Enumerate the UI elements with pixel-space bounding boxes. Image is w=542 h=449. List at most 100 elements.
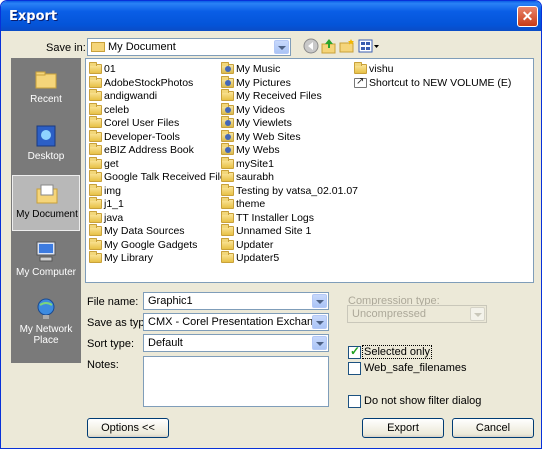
file-list-item[interactable]: theme [221, 197, 351, 212]
folder-icon [221, 170, 234, 182]
folder-icon [89, 62, 102, 74]
file-list-item[interactable]: andigwandi [89, 89, 219, 104]
file-list-item[interactable]: My Received Files [221, 89, 351, 104]
file-list-item[interactable]: Corel User Files [89, 116, 219, 131]
window-title: Export [9, 9, 58, 24]
selected-only-checkbox[interactable] [348, 344, 361, 359]
file-name: My Data Sources [104, 225, 185, 237]
file-name: My Music [236, 63, 281, 75]
file-list-item[interactable]: My Google Gadgets [89, 237, 219, 253]
notes-field[interactable] [143, 356, 329, 407]
file-list-item[interactable]: saurabh [221, 170, 351, 185]
web-safe-label[interactable]: Web_safe_filenames [364, 362, 467, 374]
chevron-down-icon[interactable] [312, 315, 327, 329]
file-list-item[interactable]: My Videos [221, 102, 351, 118]
place-my-network[interactable]: My Network Place [12, 291, 80, 357]
sort-type-dropdown[interactable]: Default [143, 334, 329, 352]
chevron-down-icon[interactable] [312, 294, 327, 308]
file-name: My Webs [236, 144, 280, 156]
file-list-item[interactable]: Updater [221, 237, 351, 253]
file-list[interactable]: 01 AdobeStockPhotos andigwandi celeb Corel U… [85, 58, 534, 283]
file-list-item[interactable]: vishu [354, 62, 529, 77]
file-list-item[interactable]: Google Talk Received Files [89, 170, 231, 185]
file-list-item[interactable]: celeb [89, 102, 219, 118]
file-list-item[interactable]: TT Installer Logs [221, 210, 351, 226]
selected-only-label[interactable]: Selected only [362, 345, 433, 359]
folder-icon [89, 197, 102, 209]
folder-icon [221, 102, 234, 115]
compression-type-dropdown[interactable]: Uncompressed [347, 305, 487, 323]
close-button[interactable]: ✕ [517, 6, 538, 27]
file-list-item[interactable]: 01 [89, 62, 219, 77]
file-name: java [104, 211, 124, 224]
views-menu-icon[interactable] [358, 38, 380, 54]
up-folder-icon[interactable] [321, 38, 337, 54]
file-name: Developer-Tools [104, 130, 180, 143]
folder-icon [89, 129, 102, 142]
save-as-type-dropdown[interactable]: CMX - Corel Presentation Exchange [143, 313, 329, 331]
file-list-item[interactable]: Shortcut to NEW VOLUME (E) [354, 76, 529, 91]
file-name: My Library [104, 252, 154, 264]
file-name: 01 [104, 63, 116, 75]
file-name: vishu [369, 63, 394, 75]
save-in-dropdown[interactable]: My Document [87, 38, 291, 56]
file-list-item[interactable]: My Pictures [221, 75, 351, 91]
export-button[interactable]: Export [362, 418, 444, 438]
file-list-item[interactable]: Testing by vatsa_02.01.07 [221, 183, 358, 199]
file-list-item[interactable]: mySite1 [221, 156, 351, 172]
file-list-item[interactable]: AdobeStockPhotos [89, 75, 219, 91]
no-filter-dialog-checkbox[interactable] [348, 395, 361, 408]
chevron-down-icon[interactable] [312, 336, 327, 350]
file-list-item[interactable]: My Library [89, 251, 219, 266]
file-list-item[interactable]: My Webs [221, 143, 351, 158]
file-list-item[interactable]: img [89, 183, 219, 199]
shortcut-icon [354, 76, 367, 88]
folder-icon [89, 75, 102, 88]
new-folder-icon[interactable] [339, 38, 355, 54]
file-list-item[interactable]: My Viewlets [221, 116, 351, 131]
place-recent[interactable]: Recent [12, 61, 80, 117]
chevron-down-icon[interactable] [470, 307, 485, 321]
file-list-item[interactable]: j1_1 [89, 197, 219, 212]
chevron-down-icon[interactable] [274, 40, 289, 54]
file-list-item[interactable]: My Data Sources [89, 224, 219, 239]
file-list-item[interactable]: java [89, 210, 219, 226]
file-list-item[interactable]: eBIZ Address Book [89, 143, 219, 158]
file-list-item[interactable]: Developer-Tools [89, 129, 219, 145]
file-name-value: Graphic1 [148, 295, 193, 307]
file-name-label: File name: [87, 296, 139, 308]
file-name: get [104, 157, 119, 170]
folder-icon [89, 156, 102, 169]
file-name: mySite1 [236, 157, 274, 170]
no-filter-dialog-label[interactable]: Do not show filter dialog [364, 395, 481, 407]
title-bar[interactable]: Export ✕ [1, 1, 541, 31]
file-column: My Music My Pictures My Received Files My V… [221, 62, 358, 266]
file-list-item[interactable]: get [89, 156, 219, 172]
folder-icon [89, 170, 102, 182]
folder-icon [221, 183, 234, 196]
file-list-item[interactable]: My Web Sites [221, 129, 351, 145]
web-safe-checkbox[interactable] [348, 362, 361, 375]
folder-icon [221, 156, 234, 169]
cancel-button[interactable]: Cancel [452, 418, 534, 438]
file-column: 01 AdobeStockPhotos andigwandi celeb Corel U… [89, 62, 231, 266]
place-desktop[interactable]: Desktop [12, 118, 80, 174]
back-icon[interactable] [303, 38, 319, 54]
file-name: Testing by vatsa_02.01.07 [236, 184, 359, 197]
file-list-item[interactable]: Updater5 [221, 251, 351, 266]
file-list-item[interactable]: Unnamed Site 1 [221, 224, 351, 239]
place-my-document[interactable]: My Document [12, 175, 80, 231]
folder-icon [89, 210, 102, 223]
file-name: Corel User Files [104, 117, 180, 129]
folder-icon [221, 62, 234, 74]
folder-icon [89, 183, 102, 196]
file-list-item[interactable]: My Music [221, 62, 351, 77]
file-name: Google Talk Received Files [104, 171, 232, 183]
place-label: My Network Place [19, 324, 73, 346]
place-my-computer[interactable]: My Computer [12, 234, 80, 290]
file-name-input[interactable]: Graphic1 [143, 292, 329, 310]
place-label: Recent [30, 94, 62, 105]
file-name: TT Installer Logs [236, 211, 315, 224]
place-label: My Computer [15, 267, 76, 278]
options-button[interactable]: Options << [87, 418, 169, 438]
